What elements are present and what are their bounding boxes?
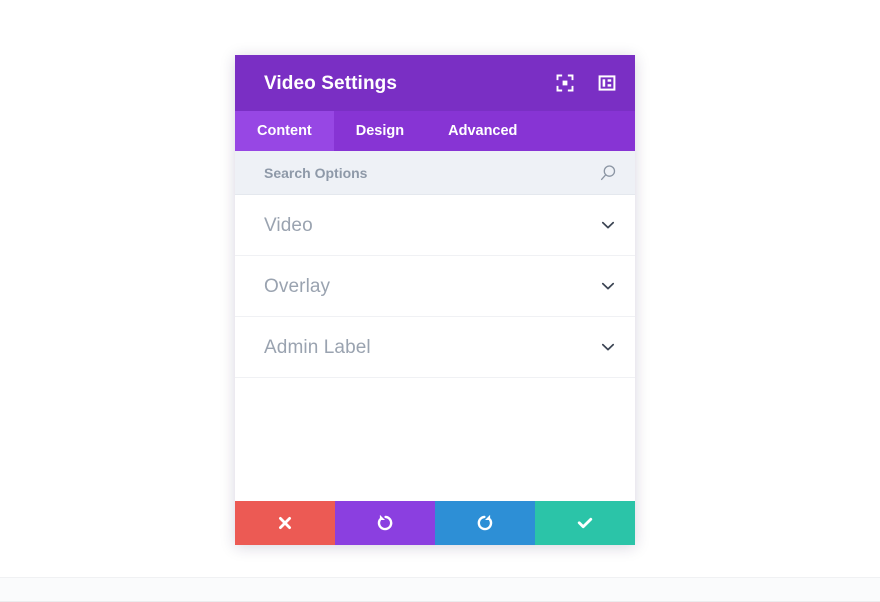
tab-design[interactable]: Design bbox=[334, 111, 426, 151]
accordion-section-admin-label[interactable]: Admin Label bbox=[235, 317, 635, 378]
page-bottom-strip bbox=[0, 577, 880, 602]
tab-bar: Content Design Advanced bbox=[235, 111, 635, 151]
accordion-empty-space bbox=[235, 378, 635, 501]
accordion-section-video[interactable]: Video bbox=[235, 195, 635, 256]
modal-header: Video Settings bbox=[235, 55, 635, 111]
accordion-label: Video bbox=[264, 214, 313, 236]
chevron-down-icon bbox=[599, 277, 617, 295]
accordion-label: Overlay bbox=[264, 275, 331, 297]
modal-title: Video Settings bbox=[264, 72, 398, 94]
undo-button[interactable] bbox=[335, 501, 435, 545]
save-button[interactable] bbox=[535, 501, 635, 545]
redo-button[interactable] bbox=[435, 501, 535, 545]
tab-advanced[interactable]: Advanced bbox=[426, 111, 539, 151]
accordion-section-overlay[interactable]: Overlay bbox=[235, 256, 635, 317]
chevron-down-icon bbox=[599, 338, 617, 356]
chevron-down-icon bbox=[599, 216, 617, 234]
tab-content[interactable]: Content bbox=[235, 111, 334, 151]
video-settings-modal: Video Settings Content Design Advanced S… bbox=[235, 55, 635, 545]
options-accordion: Video Overlay Admin Label bbox=[235, 195, 635, 501]
header-actions bbox=[555, 73, 617, 93]
search-input[interactable] bbox=[264, 164, 599, 181]
cancel-button[interactable] bbox=[235, 501, 335, 545]
modal-footer bbox=[235, 501, 635, 545]
accordion-label: Admin Label bbox=[264, 336, 371, 358]
search-bar bbox=[235, 151, 635, 195]
panel-layout-icon[interactable] bbox=[597, 73, 617, 93]
expand-fullscreen-icon[interactable] bbox=[555, 73, 575, 93]
search-icon[interactable] bbox=[599, 164, 617, 182]
